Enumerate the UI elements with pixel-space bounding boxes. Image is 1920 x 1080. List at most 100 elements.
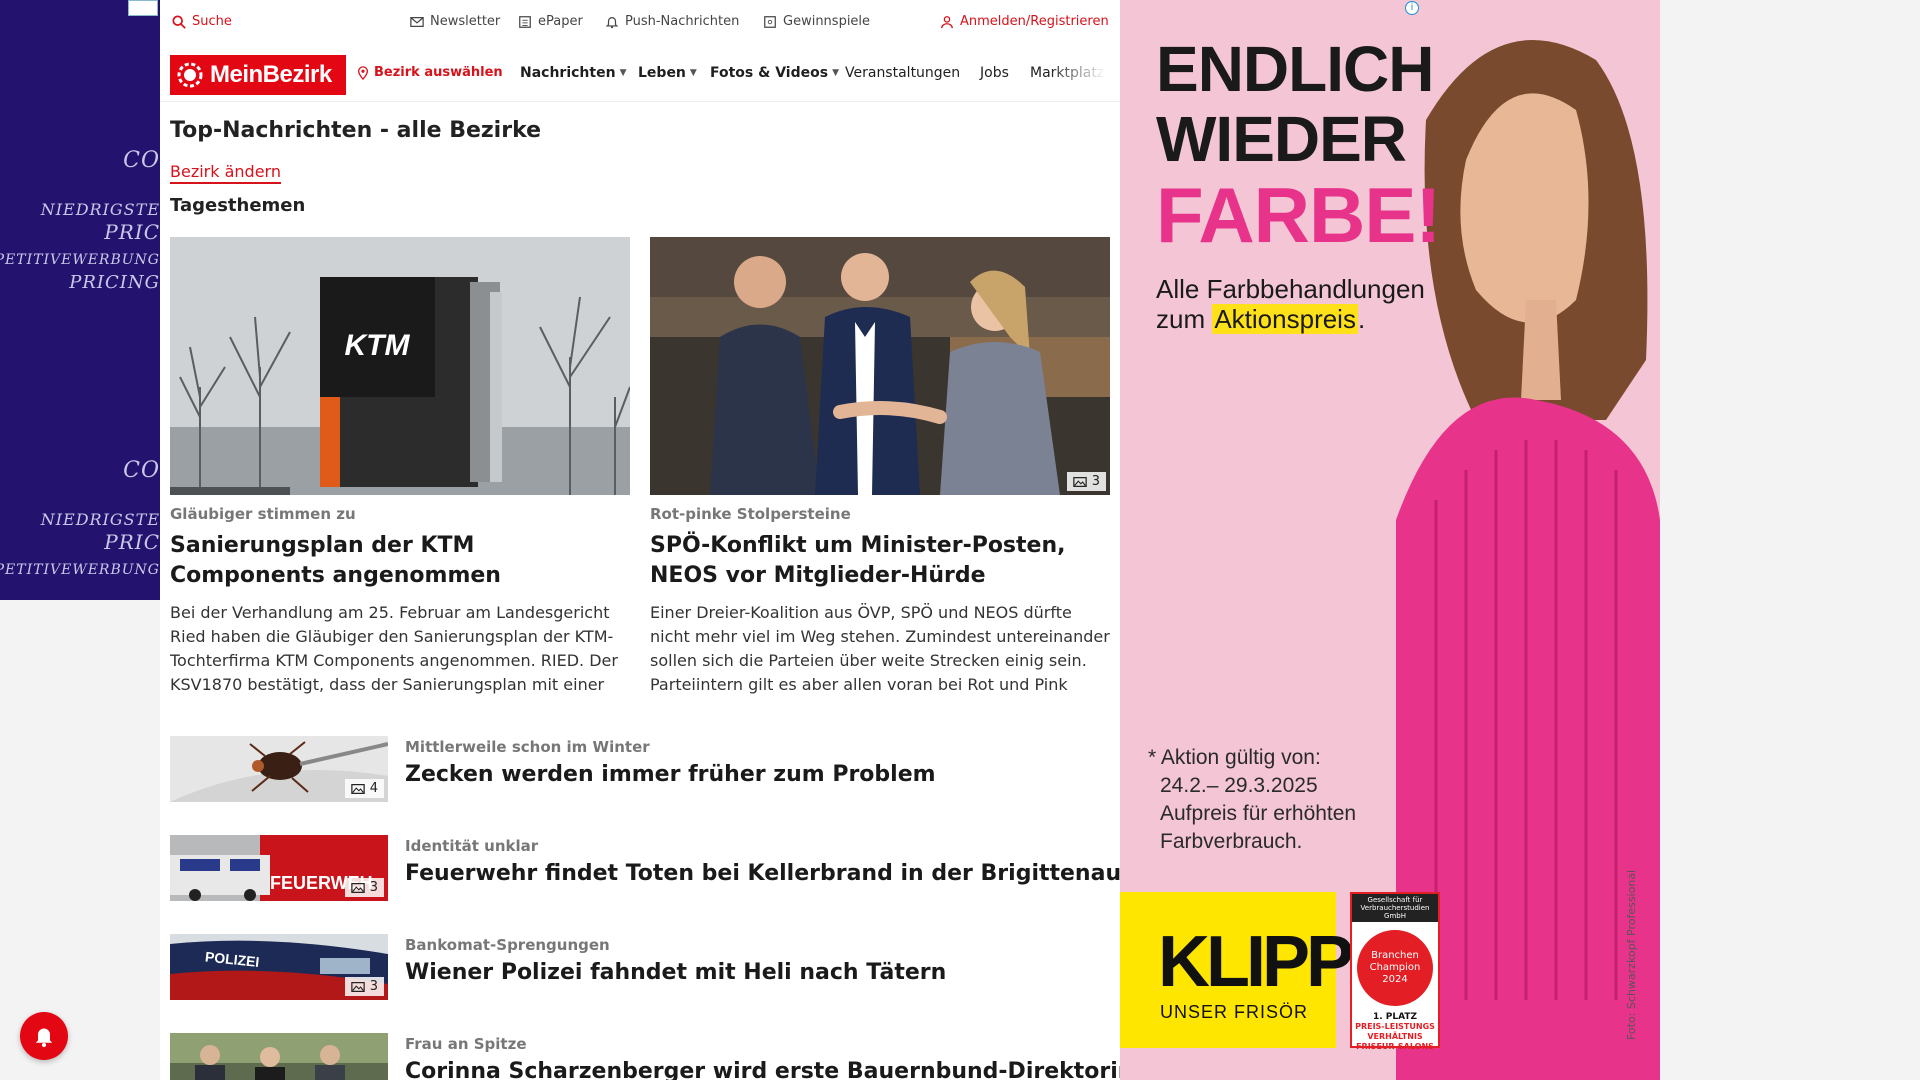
notification-bell-button[interactable] [20,1012,68,1060]
ad-headline-line2: WIEDER [1156,103,1407,175]
ad-text: PRIC [104,530,160,554]
search-icon [172,14,186,29]
epaper-link[interactable]: ePaper [518,14,583,29]
gallery-icon [1072,476,1087,487]
nav-veranstaltungen[interactable]: Veranstaltungen [845,65,960,81]
award-place: 1. PLATZ [1372,1012,1418,1022]
ktm-building-photo: KTM [170,237,630,495]
article-headline[interactable]: Sanierungsplan der KTM Components angeno… [170,531,630,591]
logo-flower-icon [177,62,203,88]
klipp-subtitle: UNSER FRISÖR [1160,1002,1309,1022]
nav-jobs[interactable]: Jobs [980,65,1009,81]
photo-count: 4 [369,781,378,796]
epaper-label: ePaper [538,14,583,29]
section-heading: Tagesthemen [170,195,306,216]
main-navigation: MeinBezirk Bezirk auswählen Nachrichten … [160,46,1120,102]
award-category: PREIS-LEISTUNGS VERHÄLTNIS FRISEUR-SALON… [1355,1022,1435,1051]
article-thumbnail[interactable]: FEUERWEH 3 [170,835,388,901]
article-image[interactable]: 3 [650,237,1110,495]
award-seal: Gesellschaft für Verbraucherstudien GmbH… [1350,892,1440,1051]
games-label: Gewinnspiele [783,14,871,29]
ad-info-icon[interactable]: i [1405,1,1419,15]
newsletter-label: Newsletter [430,14,501,29]
meinbezirk-logo[interactable]: MeinBezirk [170,55,346,95]
article-headline[interactable]: Zecken werden immer früher zum Problem [405,762,936,787]
nav-leben[interactable]: Leben ▼ [638,65,697,81]
ad-text: NIEDRIGSTE [40,200,160,219]
article-headline[interactable]: Corinna Scharzenberger wird erste Bauern… [405,1059,1133,1080]
parliament-handshake-photo [650,237,1110,495]
ad-subline-suffix: . [1357,304,1366,334]
article-headline[interactable]: SPÖ-Konflikt um Minister-Posten, NEOS vo… [650,531,1110,591]
user-icon [941,15,953,28]
search-label: Suche [192,14,232,29]
ktm-logo-text: KTM [345,329,411,362]
ad-headline-line1: ENDLICH [1156,33,1434,105]
gift-icon [764,15,776,28]
top-utility-bar: Suche Newsletter ePaper Push-Nachrichten… [160,0,1120,46]
login-link[interactable]: Anmelden/Registrieren [940,14,1109,29]
article-kicker: Identität unklar [405,837,539,855]
photo-count-badge: 4 [344,779,384,798]
article-card[interactable]: KTM Gläubiger stimmen zu Sanierungsplan … [170,237,630,697]
award-issuer: Gesellschaft für Verbraucherstudien GmbH [1352,894,1438,922]
article-image[interactable]: KTM [170,237,630,495]
change-district-link[interactable]: Bezirk ändern [170,162,281,184]
nav-nachrichten[interactable]: Nachrichten ▼ [520,65,626,81]
page-title: Top-Nachrichten - alle Bezirke [170,118,542,143]
ad-headline-line3: FARBE! [1156,171,1441,259]
main-column: Suche Newsletter ePaper Push-Nachrichten… [160,0,1133,1080]
award-circle: Branchen Champion 2024 [1357,930,1433,1006]
ad-text: NIEDRIGSTE [40,510,160,529]
article-teaser: Einer Dreier-Koalition aus ÖVP, SPÖ und … [650,603,1110,694]
nav-scroll-fade [1050,48,1120,100]
article-teaser: Bei der Verhandlung am 25. Februar am La… [170,603,618,694]
list-item[interactable]: Frau an Spitze Corinna Scharzenberger wi… [170,1033,1133,1080]
logo-text: MeinBezirk [210,61,332,88]
nav-fotos-videos-label: Fotos & Videos [710,65,829,81]
bell-icon [35,1028,53,1048]
push-notifications-link[interactable]: Push-Nachrichten [605,14,739,29]
ad-subline: Alle Farbbehandlungen zum Aktionspreis. [1156,274,1425,334]
photo-count: 3 [369,979,378,994]
article-thumbnail[interactable]: 4 [170,736,388,802]
list-item[interactable]: POLIZEI 3 Bankomat-Sprengungen Wiener Po… [170,934,1110,1004]
left-advertisement[interactable]: CO NIEDRIGSTE PRIC COMPETITIVEWERBUNG PR… [0,0,160,600]
gallery-icon [350,981,365,992]
ad-subline-prefix: zum [1156,304,1213,334]
photo-count: 3 [1091,474,1100,489]
article-headline[interactable]: Feuerwehr findet Toten bei Kellerbrand i… [405,861,1121,886]
ad-choices-icon[interactable] [128,0,158,16]
ad-text: CO [123,148,160,173]
gallery-icon [350,783,365,794]
nav-nachrichten-label: Nachrichten [520,65,616,81]
login-label: Anmelden/Registrieren [960,14,1109,29]
article-headline[interactable]: Wiener Polizei fahndet mit Heli nach Tät… [405,960,946,985]
ad-fine-print: * Aktion gültig von: 24.2.– 29.3.2025 Au… [1148,744,1356,856]
list-item[interactable]: 4 Mittlerweile schon im Winter Zecken we… [170,736,1110,806]
district-select[interactable]: Bezirk auswählen [356,65,503,80]
article-kicker: Frau an Spitze [405,1035,527,1053]
article-thumbnail[interactable] [170,1033,388,1080]
article-kicker: Mittlerweile schon im Winter [405,738,650,756]
photo-count-badge: 3 [1066,472,1106,491]
ad-subline-1: Alle Farbbehandlungen [1156,274,1425,304]
list-item[interactable]: FEUERWEH 3 Identität unklar Feuerwehr fi… [170,835,1121,905]
nav-fotos-videos[interactable]: Fotos & Videos ▼ [710,65,839,81]
article-thumbnail[interactable]: POLIZEI 3 [170,934,388,1000]
page: CO NIEDRIGSTE PRIC COMPETITIVEWERBUNG PR… [0,0,1920,1080]
location-pin-icon [357,65,369,80]
newsletter-link[interactable]: Newsletter [410,14,500,29]
search-link[interactable]: Suche [172,14,232,29]
right-advertisement[interactable]: i ENDLICH WIEDER FARBE! Alle Farbbehandl… [1120,0,1660,1080]
page-background [1660,0,1920,1080]
games-link[interactable]: Gewinnspiele [763,14,870,29]
article-card[interactable]: 3 Rot-pinke Stolpersteine SPÖ-Konflikt u… [650,237,1110,697]
ad-text: PRIC [104,220,160,244]
ad-highlight: Aktionspreis [1212,304,1358,334]
ad-text: CO [123,458,160,483]
gallery-icon [350,882,365,893]
ad-text: COMPETITIVEWERBUNG [0,252,160,268]
push-notifications-label: Push-Nachrichten [625,14,740,29]
nav-jobs-label: Jobs [980,65,1009,81]
